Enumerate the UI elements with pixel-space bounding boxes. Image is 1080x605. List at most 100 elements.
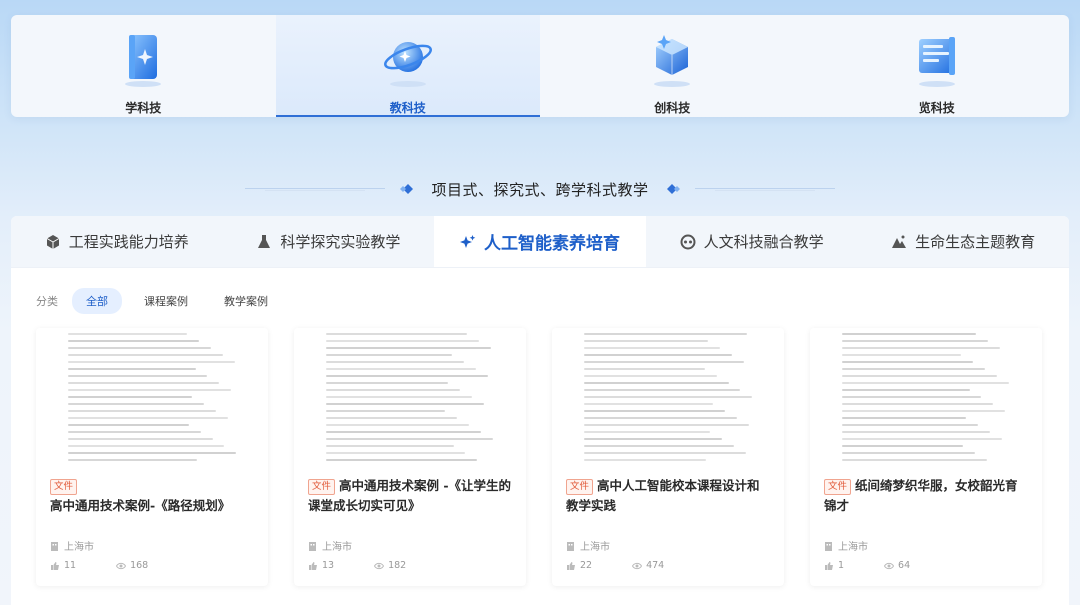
document-thumbnail — [326, 328, 496, 468]
cube-icon — [654, 35, 691, 87]
doc-text-line — [68, 445, 225, 447]
tab-label: 科学探究实验教学 — [280, 233, 401, 251]
case-card[interactable]: 文件 高中人工智能校本课程设计和教学实践 上海市 22 474 — [552, 328, 784, 586]
doc-text-line — [68, 431, 201, 433]
doc-text-line — [584, 361, 744, 363]
mountain-icon — [892, 235, 907, 248]
likes-count: 13 — [322, 560, 335, 571]
doc-text-line — [326, 389, 461, 391]
doc-text-line — [842, 340, 989, 342]
card-location: 上海市 — [566, 538, 610, 553]
doc-text-line — [842, 410, 1006, 412]
doc-text-line — [326, 452, 466, 454]
case-card[interactable]: 文件 纸间绮梦织华服，女校韶光育锦才 上海市 1 64 — [810, 328, 1042, 586]
views-count: 64 — [898, 560, 911, 571]
document-thumbnail — [584, 328, 754, 468]
likes-stat[interactable]: 22 — [566, 560, 592, 571]
doc-text-line — [68, 340, 199, 342]
card-title-text: 高中人工智能校本课程设计和教学实践 — [566, 478, 760, 513]
doc-text-line — [584, 424, 749, 426]
doc-text-line — [326, 354, 452, 356]
doc-text-line — [68, 389, 232, 391]
thumb-up-icon — [309, 561, 317, 570]
doc-text-line — [584, 438, 722, 440]
tab-humanities[interactable]: 人文科技融合教学 — [646, 216, 858, 267]
likes-count: 22 — [580, 560, 593, 571]
tab-ai[interactable]: 人工智能素养培育 — [434, 216, 646, 267]
doc-text-line — [68, 375, 208, 377]
tab-ecology[interactable]: 生命生态主题教育 — [857, 216, 1069, 267]
doc-text-line — [842, 445, 963, 447]
card-location: 上海市 — [824, 538, 868, 553]
building-icon — [825, 541, 832, 551]
card-title-text: 高中通用技术案例-《路径规划》 — [50, 498, 231, 513]
tab-science[interactable]: 科学探究实验教学 — [223, 216, 435, 267]
nav-label: 学科技 — [125, 101, 162, 115]
doc-text-line — [842, 417, 967, 419]
card-title: 文件 纸间绮梦织华服，女校韶光育锦才 — [824, 476, 1030, 516]
book-icon — [125, 35, 162, 87]
doc-text-line — [326, 403, 485, 405]
doc-text-line — [326, 459, 478, 461]
nav-label: 教科技 — [389, 101, 426, 115]
nav-item-xuekeji[interactable]: 学科技 — [11, 15, 276, 117]
filter-teaching-cases[interactable]: 教学案例 — [210, 288, 282, 314]
views-count: 474 — [646, 560, 665, 571]
doc-text-line — [584, 396, 753, 398]
doc-text-line — [584, 445, 734, 447]
likes-count: 1 — [838, 560, 845, 571]
doc-text-line — [326, 424, 469, 426]
views-stat: 168 — [116, 560, 148, 571]
filter-all[interactable]: 全部 — [72, 288, 122, 314]
file-badge: 文件 — [824, 479, 852, 495]
filter-course-cases[interactable]: 课程案例 — [130, 288, 202, 314]
nav-item-lankeji[interactable]: 览科技 — [805, 15, 1070, 117]
diamond-icon — [400, 184, 414, 194]
doc-text-line — [68, 403, 204, 405]
case-card[interactable]: 文件高中通用技术案例-《路径规划》 上海市 11 168 — [36, 328, 268, 586]
nav-item-jiaokeji[interactable]: 教科技 — [275, 15, 540, 117]
likes-stat[interactable]: 1 — [824, 560, 844, 571]
doc-text-line — [68, 417, 228, 419]
doc-text-line — [584, 333, 748, 335]
doc-text-line — [584, 459, 707, 461]
thumb-up-icon — [51, 561, 59, 570]
doc-text-line — [326, 375, 488, 377]
doc-text-line — [842, 452, 975, 454]
doc-text-line — [842, 361, 973, 363]
divider — [694, 186, 835, 192]
doc-text-line — [68, 396, 193, 398]
doc-text-line — [842, 459, 987, 461]
likes-stat[interactable]: 11 — [50, 560, 76, 571]
file-badge: 文件 — [308, 479, 336, 495]
document-thumbnail — [842, 328, 1012, 468]
case-card[interactable]: 文件 高中通用技术案例 -《让学生的课堂成长切实可见》 上海市 13 182 — [294, 328, 526, 586]
eye-icon — [116, 562, 127, 569]
top-nav: 学科技 教科技 创科技 览科技 — [11, 15, 1069, 117]
doc-text-line — [584, 389, 741, 391]
section-heading: 项目式、探究式、跨学科式教学 — [431, 180, 649, 199]
tab-label: 人文科技融合教学 — [703, 233, 824, 251]
doc-text-line — [842, 347, 1001, 349]
card-stats: 13 182 — [308, 560, 446, 571]
location-text: 上海市 — [322, 542, 352, 553]
content-panel: 工程实践能力培养 科学探究实验教学 人工智能素养培育 人文科技融合教学 生命生态… — [11, 216, 1069, 605]
tab-label: 生命生态主题教育 — [915, 233, 1036, 251]
nav-label: 览科技 — [918, 101, 955, 115]
doc-text-line — [584, 410, 726, 412]
doc-text-line — [842, 438, 1002, 440]
building-icon — [309, 541, 316, 551]
nav-item-chuangkeji[interactable]: 创科技 — [540, 15, 805, 117]
diamond-icon — [666, 184, 680, 194]
screen-icon — [918, 37, 955, 87]
card-stats: 11 168 — [50, 560, 188, 571]
likes-stat[interactable]: 13 — [308, 560, 334, 571]
thumb-up-icon — [825, 561, 833, 570]
card-title-text: 高中通用技术案例 -《让学生的课堂成长切实可见》 — [308, 478, 512, 513]
tab-engineering[interactable]: 工程实践能力培养 — [11, 216, 223, 267]
gear-people-icon — [680, 234, 696, 249]
doc-text-line — [842, 375, 997, 377]
doc-text-line — [584, 431, 710, 433]
doc-text-line — [326, 410, 445, 412]
cube-outline-icon — [46, 234, 60, 249]
